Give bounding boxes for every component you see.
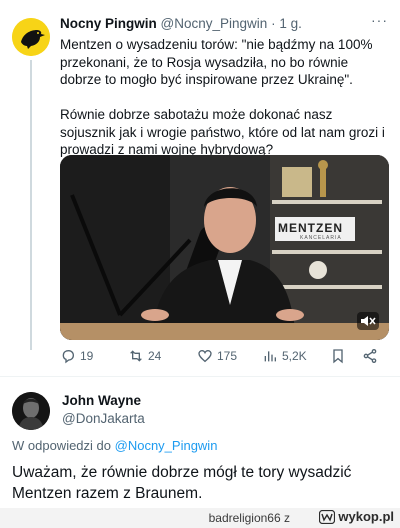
bookmark-button[interactable] (330, 348, 346, 364)
reply-count: 19 (80, 349, 94, 363)
replying-to-link[interactable]: @Nocny_Pingwin (115, 438, 218, 453)
tweet-header: Nocny Pingwin @Nocny_Pingwin · 1 g. (60, 16, 302, 31)
reply-text: Uważam, że równie dobrze mógł te tory wy… (12, 464, 352, 502)
avatar-nocny-pingwin[interactable] (12, 18, 50, 56)
retweet-icon (130, 350, 142, 362)
handle[interactable]: @Nocny_Pingwin (161, 16, 268, 31)
mute-icon (361, 316, 376, 326)
tweet-actions: 19 24 175 5,2K (60, 348, 380, 370)
views-count: 5,2K (282, 349, 307, 363)
uploader-tag: badreligion66 z (208, 511, 290, 525)
views-chart-icon (264, 351, 276, 362)
reply-display-name[interactable]: John Wayne (62, 393, 141, 408)
more-options-button[interactable]: ··· (371, 12, 388, 28)
video-player[interactable]: MENTZEN KANCELARIA (60, 155, 389, 340)
reply-button[interactable]: 19 (60, 348, 93, 364)
thread-line (30, 60, 32, 350)
bookmark-icon (333, 349, 343, 364)
wykop-logo-icon (319, 509, 336, 524)
portrait-avatar-icon (12, 392, 50, 430)
views-button[interactable]: 5,2K (262, 348, 307, 364)
reply-handle[interactable]: @DonJakarta (62, 411, 145, 426)
separator: · (271, 16, 276, 31)
wykop-watermark: wykop.pl (319, 509, 394, 524)
share-button[interactable] (362, 348, 378, 364)
avatar-john-wayne[interactable] (12, 392, 50, 430)
wall-logo: MENTZEN (278, 221, 343, 235)
replying-to: W odpowiedzi do @Nocny_Pingwin (12, 438, 217, 453)
divider (0, 376, 400, 377)
wall-sublogo: KANCELARIA (300, 235, 342, 241)
like-count: 175 (217, 349, 238, 363)
timestamp[interactable]: 1 g. (279, 16, 302, 31)
mute-button[interactable] (357, 312, 379, 330)
heart-icon (198, 349, 212, 363)
replying-prefix: W odpowiedzi do (12, 438, 111, 453)
wykop-brand: wykop.pl (338, 509, 394, 524)
reply-icon (62, 349, 75, 364)
share-icon (363, 349, 377, 363)
like-button[interactable]: 175 (197, 348, 237, 364)
video-frame (60, 155, 389, 340)
penguin-logo-icon (12, 18, 50, 56)
tweet-text: Mentzen o wysadzeniu torów: "nie bądźmy … (60, 37, 385, 157)
display-name[interactable]: Nocny Pingwin (60, 16, 157, 31)
retweet-count: 24 (148, 349, 162, 363)
retweet-button[interactable]: 24 (128, 348, 161, 364)
